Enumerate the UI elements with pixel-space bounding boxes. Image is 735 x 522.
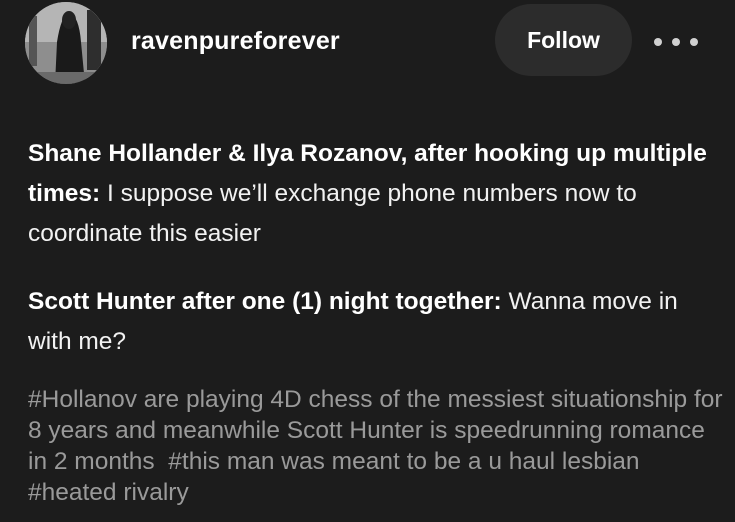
post-header: ravenpureforever Follow: [0, 0, 735, 90]
more-dot: [690, 38, 698, 46]
follow-button[interactable]: Follow: [495, 4, 632, 76]
tag-heated-rivalry[interactable]: #heated rivalry: [28, 479, 189, 506]
paragraph-text: I suppose we’ll exchange phone numbers n…: [28, 180, 637, 247]
username-link[interactable]: ravenpureforever: [131, 27, 340, 56]
post-card: ravenpureforever Follow Shane Hollander …: [0, 0, 735, 522]
post-paragraph: Scott Hunter after one (1) night togethe…: [28, 282, 708, 362]
avatar-image: [25, 2, 107, 84]
post-tags: #Hollanov are playing 4D chess of the me…: [28, 384, 728, 508]
more-dot: [654, 38, 662, 46]
avatar[interactable]: [25, 2, 107, 84]
post-paragraph: Shane Hollander & Ilya Rozanov, after ho…: [28, 134, 708, 254]
tag-u-haul[interactable]: #this man was meant to be a u haul lesbi…: [168, 448, 639, 475]
paragraph-speaker: Scott Hunter after one (1) night togethe…: [28, 288, 502, 315]
more-dot: [672, 38, 680, 46]
more-options-icon[interactable]: [654, 30, 698, 54]
